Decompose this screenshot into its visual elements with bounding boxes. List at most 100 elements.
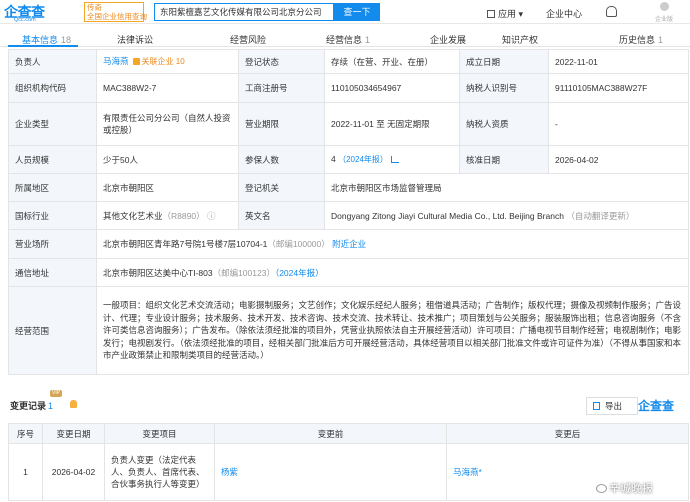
reg-status-label: 登记状态 (238, 49, 325, 74)
apps-label: 应用 (498, 9, 517, 19)
biz-addr-cell: 北京市朝阳区青年路7号院1号楼7层10704-1（邮编100000） 附近企业 (96, 229, 689, 259)
weibo-watermark-text: 辛城晚报 (609, 483, 653, 495)
mail-addr-label: 通信地址 (8, 258, 97, 287)
section-count: 1 (48, 401, 54, 411)
authority-label: 登记机关 (238, 173, 325, 202)
basic-info-table: 负责人 马海燕 关联企业 10 登记状态 存续（在营、开业、在册） 成立日期 20… (8, 49, 689, 375)
page-root: 企查查 Qcc.com 传奇 全国企业信用查询 东阳紫檀嘉艺文化传媒有限公司北京… (0, 0, 690, 502)
en-name-label: 英文名 (238, 201, 325, 230)
tab-label: 企业发展 (430, 35, 467, 45)
taxpayer-id-label: 纳税人识别号 (459, 73, 549, 103)
bulb-icon[interactable] (70, 400, 77, 408)
info-row: 人员规模 少于50人 参保人数 4 （2024年报） 核准日期 2026-04-… (8, 145, 689, 174)
chart-icon[interactable] (390, 156, 399, 163)
info-row: 国标行业 其他文化艺术业（R8890） ⓘ 英文名 Dongyang Ziton… (8, 201, 689, 230)
table-row: 1 2026-04-02 负责人变更（法定代表人、负责人、首席代表、合伙事务执行… (8, 443, 689, 501)
biz-reg-value: 110105034654967 (324, 73, 460, 103)
enterprise-center-link[interactable]: 企业中心 (546, 7, 582, 20)
tab-label: 经营信息 (326, 35, 363, 45)
nearby-companies-link[interactable]: 附近企业 (332, 239, 366, 249)
responsible-link[interactable]: 马海燕 (103, 56, 129, 66)
related-count: 10 (175, 57, 185, 66)
biz-addr-zip: （邮编100000） (267, 239, 330, 249)
row-item: 负责人变更（法定代表人、负责人、首席代表、合伙事务执行人等变更） (104, 443, 215, 501)
user-icon (659, 2, 669, 11)
staff-label: 人员规模 (8, 145, 97, 174)
biz-addr-label: 营业场所 (8, 229, 97, 259)
search-button[interactable]: 查一下 (334, 3, 380, 21)
related-companies-tag[interactable]: 关联企业 10 (132, 56, 185, 68)
active-tab-indicator (8, 45, 78, 47)
approval-value: 2026-04-02 (548, 145, 689, 174)
promo-tag[interactable]: 传奇 全国企业信用查询 (84, 2, 147, 22)
biz-term-value: 2022-11-01 至 无固定期限 (324, 102, 460, 146)
region-label: 所属地区 (8, 173, 97, 202)
biz-reg-label: 工商注册号 (238, 73, 325, 103)
tab-operation[interactable]: 经营信息 1 (326, 33, 370, 46)
tab-ip[interactable]: 知识产权 (502, 33, 538, 46)
responsible-label: 负责人 (8, 49, 97, 74)
biz-term-label: 营业期限 (238, 102, 325, 146)
related-icon (132, 58, 140, 65)
tab-count: 1 (365, 35, 371, 45)
insured-year-link[interactable]: （2024年报） (338, 155, 388, 164)
insured-label: 参保人数 (238, 145, 325, 174)
industry-cell: 其他文化艺术业（R8890） ⓘ (96, 201, 239, 230)
mail-addr-value: 北京市朝阳区达美中心TI-803 (103, 267, 213, 278)
qcc-logo[interactable]: 企查查 Qcc.com (4, 2, 84, 23)
col-header-date: 变更日期 (42, 423, 105, 444)
tab-label: 法律诉讼 (117, 35, 154, 45)
change-records-table: 序号 变更日期 变更项目 变更前 变更后 1 2026-04-02 负责人变更（… (8, 423, 689, 501)
weibo-icon (596, 484, 607, 493)
search-input[interactable]: 东阳紫檀嘉艺文化传媒有限公司北京分公司 (154, 3, 334, 21)
en-name-cell: Dongyang Zitong Jiayi Cultural Media Co.… (324, 201, 689, 230)
export-label: 导出 (605, 401, 623, 411)
org-code-value: MAC388W2-7 (96, 73, 239, 103)
top-header: 企查查 Qcc.com 传奇 全国企业信用查询 东阳紫檀嘉艺文化传媒有限公司北京… (0, 0, 690, 24)
info-row: 组织机构代码 MAC388W2-7 工商注册号 110105034654967 … (8, 73, 689, 103)
tab-label: 基本信息 (22, 35, 59, 45)
avatar-label: 企业版 (654, 17, 673, 23)
promo-tag-line1: 传奇 (87, 3, 102, 12)
qcc-watermark-logo: 企查查 (638, 399, 675, 413)
industry-code: （R8890） (162, 210, 205, 221)
promo-tag-line2: 全国企业信用查询 (87, 12, 147, 21)
tab-label: 经营风险 (230, 35, 267, 45)
col-header-after: 变更后 (446, 423, 689, 444)
help-icon[interactable]: ⓘ (205, 211, 216, 221)
insured-value: 4 (331, 154, 336, 164)
tab-development[interactable]: 企业发展 (430, 33, 466, 46)
tab-risk[interactable]: 经营风险 (230, 33, 266, 46)
col-header-before: 变更前 (214, 423, 447, 444)
est-date-value: 2022-11-01 (548, 49, 689, 74)
apps-grid-icon (487, 10, 495, 18)
org-code-label: 组织机构代码 (8, 73, 97, 103)
est-date-label: 成立日期 (459, 49, 549, 74)
info-row: 营业场所 北京市朝阳区青年路7号院1号楼7层10704-1（邮编100000） … (8, 229, 689, 259)
section-title: 变更记录 1 (10, 399, 53, 412)
biz-addr-value: 北京市朝阳区青年路7号院1号楼7层10704-1 (103, 239, 268, 249)
info-row: 企业类型 有限责任公司分公司（自然人投资或控股） 营业期限 2022-11-01… (8, 102, 689, 146)
bell-icon[interactable] (606, 6, 617, 17)
apps-menu[interactable]: 应用 ▾ (487, 7, 523, 20)
avatar[interactable]: 企业版 (650, 2, 678, 23)
related-label: 关联企业 (141, 57, 174, 66)
row-before[interactable]: 杨紫 (214, 443, 447, 501)
export-icon (593, 402, 600, 410)
tab-count: 18 (61, 35, 72, 45)
mail-addr-cell: 北京市朝阳区达美中心TI-803（邮编100123）（2024年报） (96, 258, 689, 287)
row-no: 1 (8, 443, 43, 501)
scope-value: 一般项目：组织文化艺术交流活动；电影摄制服务；文艺创作；文化娱乐经纪人服务；租借… (96, 286, 689, 375)
tab-legal[interactable]: 法律诉讼 (117, 33, 153, 46)
tab-count: 1 (658, 35, 664, 45)
section-tabs: 基本信息 18 法律诉讼 经营风险 经营信息 1 企业发展 知识产权 历史信息 1 (0, 30, 690, 47)
mail-addr-year-link[interactable]: （2024年报） (275, 268, 324, 278)
tab-label: 历史信息 (619, 35, 656, 45)
auto-translate-note[interactable]: （自动翻译更新） (566, 211, 634, 221)
export-button[interactable]: 导出 (586, 397, 638, 415)
section-title-text: 变更记录 (10, 401, 47, 411)
tab-history[interactable]: 历史信息 1 (619, 33, 663, 46)
responsible-cell: 马海燕 关联企业 10 (96, 49, 239, 74)
region-value: 北京市朝阳区 (96, 173, 239, 202)
logo-domain: Qcc.com (14, 17, 36, 23)
